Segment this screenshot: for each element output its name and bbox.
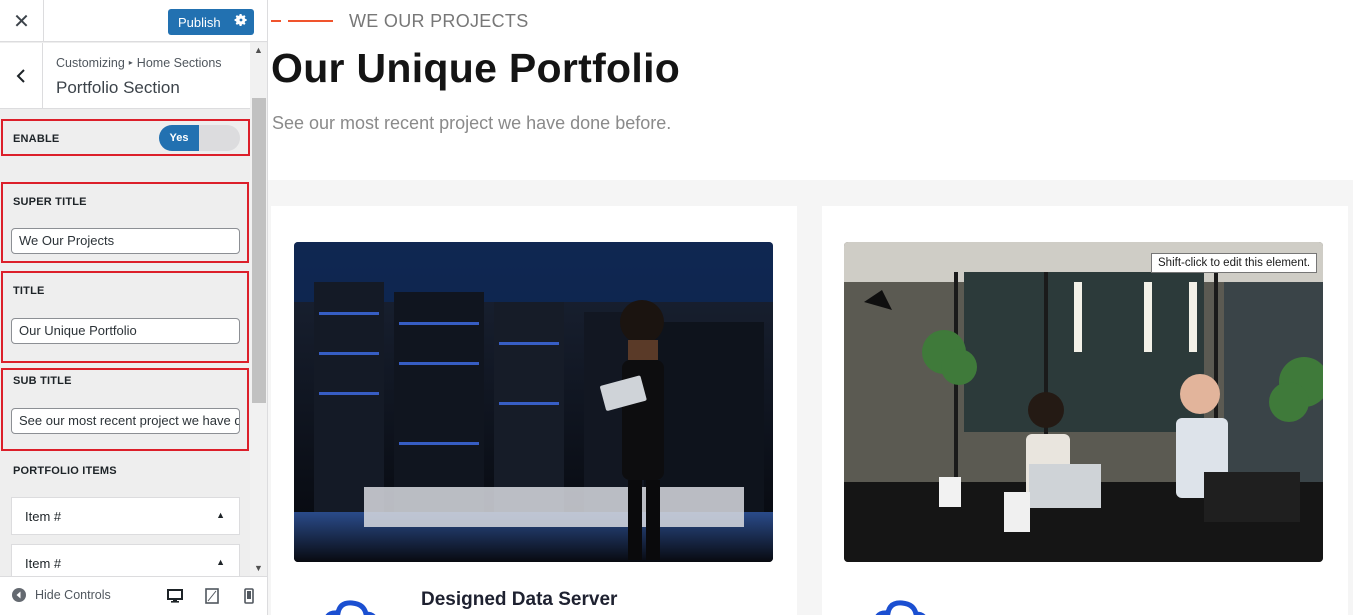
edit-tooltip: Shift-click to edit this element. [1151,253,1318,273]
sub-title-label: SUB TITLE [13,375,72,387]
toggle-yes-label: Yes [159,125,199,151]
collapse-arrow-icon [12,588,26,602]
close-customizer-button[interactable]: ✕ [0,0,44,42]
section-title: Portfolio Section [56,78,180,97]
portfolio-card[interactable]: Designed Data Server [271,206,797,615]
breadcrumb: Customizing ▸ Home Sections [56,56,222,70]
publish-button[interactable]: Publish [168,9,254,35]
portfolio-item-1[interactable]: Item # ▲ [11,497,240,535]
hide-controls-label: Hide Controls [35,588,111,602]
scroll-down-icon[interactable]: ▼ [254,563,263,573]
scroll-up-icon[interactable]: ▲ [254,45,263,55]
hide-controls-button[interactable]: Hide Controls [12,588,111,602]
sidebar-scrollbar-thumb[interactable] [252,98,266,403]
portfolio-item-label: Item # [25,508,62,524]
super-title-input[interactable]: We Our Projects [11,228,240,254]
enable-toggle[interactable]: Yes [159,125,240,151]
enable-label: ENABLE [13,133,60,145]
super-title-line [288,20,333,22]
preview-subtitle[interactable]: See our most recent project we have done… [272,113,671,134]
section-header: Customizing ▸ Home Sections Portfolio Sect… [0,43,250,109]
customizer-sidebar: ✕ Publish Customizing ▸ Home Sections Port… [0,0,268,615]
portfolio-items-label: PORTFOLIO ITEMS [13,465,117,477]
customizer-footer: Hide Controls [0,576,267,615]
breadcrumb-separator-icon: ▸ [128,58,133,67]
data-server-photo [294,242,773,562]
preview-title[interactable]: Our Unique Portfolio [271,45,680,92]
site-preview: WE OUR PROJECTS Our Unique Portfolio See… [268,0,1353,615]
chevron-left-icon [16,69,25,83]
portfolio-heading-area: WE OUR PROJECTS Our Unique Portfolio See… [268,0,1353,180]
desktop-preview-icon[interactable] [166,587,184,605]
back-button[interactable] [0,43,43,109]
customizer-topbar: ✕ Publish [0,0,267,42]
mobile-preview-icon[interactable] [240,587,258,605]
tablet-preview-icon[interactable] [203,587,221,605]
super-title-label: SUPER TITLE [13,196,87,208]
caret-up-icon: ▲ [216,557,225,567]
close-icon: ✕ [13,10,30,33]
card-title[interactable]: Designed Data Server [421,589,617,611]
cloud-icon [325,600,376,615]
meeting-room-photo [844,242,1323,562]
title-input[interactable]: Our Unique Portfolio [11,318,240,344]
publish-label: Publish [178,14,221,30]
portfolio-item-label: Item # [25,555,62,571]
breadcrumb-root: Customizing [56,56,125,70]
preview-super-title[interactable]: WE OUR PROJECTS [349,11,529,32]
breadcrumb-parent: Home Sections [136,56,222,70]
title-label: TITLE [13,285,45,297]
sub-title-input[interactable]: See our most recent project we have done… [11,408,240,434]
super-title-dash [271,20,281,22]
cloud-icon [875,600,926,615]
caret-up-icon: ▲ [216,510,225,520]
gear-icon[interactable] [234,13,248,30]
